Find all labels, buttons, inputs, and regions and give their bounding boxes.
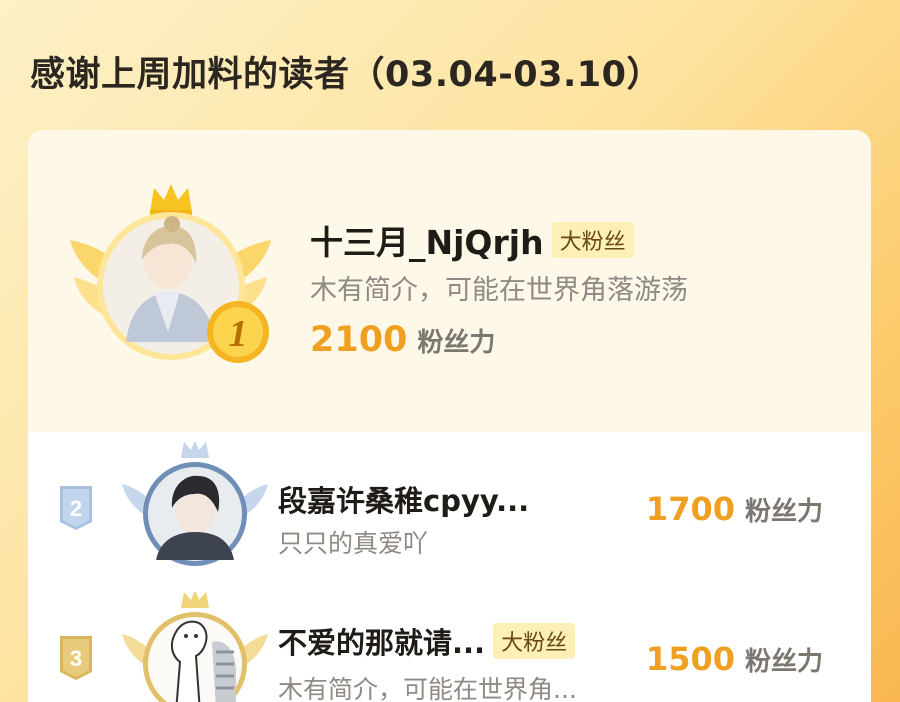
rank-3-username[interactable]: 不爱的那就请...	[278, 620, 485, 662]
rank-1-score-unit: 粉丝力	[417, 328, 496, 358]
rank-1-medal-icon: 1	[207, 301, 269, 363]
rank-2-username[interactable]: 段嘉许桑稚cpyy...	[278, 478, 529, 520]
rank-1-bio: 木有简介，可能在世界角落游荡	[310, 275, 688, 306]
rank-3-fan-badge: 大粉丝	[493, 623, 576, 659]
rank-2-avatar-frame[interactable]	[120, 440, 270, 572]
crown-icon	[181, 590, 209, 608]
rank-2-row[interactable]: 2 段嘉许桑稚cpyy... 只只的真爱吖 1700 粉丝力	[28, 440, 871, 580]
rank-1-fan-badge: 大粉丝	[551, 222, 634, 258]
svg-text:3: 3	[70, 646, 82, 671]
rank-1-score: 2100	[310, 320, 408, 360]
rank-1-username[interactable]: 十三月_NjQrjh	[310, 216, 544, 264]
rank-3-avatar-frame[interactable]	[120, 590, 270, 702]
rank-2-badge-icon: 2	[60, 486, 92, 530]
rank-2-score-unit: 粉丝力	[744, 497, 823, 527]
page-title: 感谢上周加料的读者（03.04-03.10）	[30, 55, 662, 95]
ranking-card: 1 十三月_NjQrjh 大粉丝 木有简介，可能在世界角落游荡 2100 粉丝力…	[28, 130, 871, 702]
svg-text:2: 2	[70, 496, 82, 521]
rank-2-score: 1700	[645, 490, 735, 528]
crown-icon	[181, 440, 209, 458]
rank-1-avatar-frame[interactable]: 1	[68, 182, 273, 372]
rank-3-score-unit: 粉丝力	[744, 647, 823, 677]
rank-3-badge-icon: 3	[60, 636, 92, 680]
rank-1-section[interactable]: 1 十三月_NjQrjh 大粉丝 木有简介，可能在世界角落游荡 2100 粉丝力	[28, 130, 871, 432]
crown-icon	[150, 184, 192, 216]
rank-3-score: 1500	[645, 640, 735, 678]
rank-3-bio: 木有简介，可能在世界角...	[278, 675, 577, 702]
rank-2-bio: 只只的真爱吖	[278, 529, 429, 558]
svg-text:1: 1	[229, 313, 248, 355]
rank-3-row[interactable]: 3 不爱的那就请... 大粉丝 木有简介，可能在世界角... 1500 粉丝力	[28, 590, 871, 702]
